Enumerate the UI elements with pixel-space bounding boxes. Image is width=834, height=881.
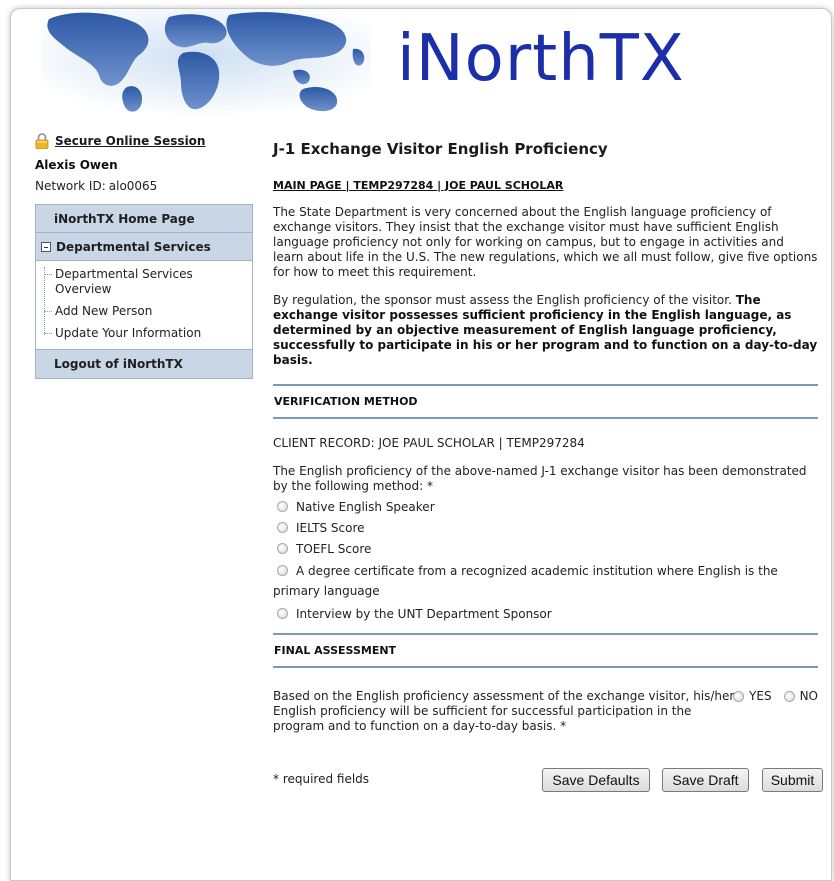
client-record: CLIENT RECORD: JOE PAUL SCHOLAR | TEMP29… (273, 436, 585, 450)
page-title: J-1 Exchange Visitor English Proficiency (273, 140, 608, 158)
method-option-native[interactable]: Native English Speaker (273, 499, 818, 515)
assessment-text: Based on the English proficiency assessm… (273, 689, 735, 733)
method-label-interview: Interview by the UNT Department Sponsor (296, 607, 552, 621)
nav-departmental-submenu: Departmental Services Overview Add New P… (36, 261, 252, 350)
network-id: Network ID: alo0065 (35, 179, 253, 193)
page-frame: iNorthTX Secure Online Session Alexis Ow… (10, 8, 832, 881)
method-option-interview[interactable]: Interview by the UNT Department Sponsor (273, 606, 818, 622)
nav-item-services-overview[interactable]: Departmental Services Overview (44, 267, 252, 297)
sidebar: Secure Online Session Alexis Owen Networ… (35, 132, 253, 379)
user-name: Alexis Owen (35, 158, 118, 172)
regulation-paragraph: By regulation, the sponsor must assess t… (273, 293, 818, 368)
nav-item-add-new-person[interactable]: Add New Person (44, 304, 252, 319)
method-label-ielts: IELTS Score (296, 521, 365, 535)
method-option-toefl[interactable]: TOEFL Score (273, 541, 818, 557)
method-label-native: Native English Speaker (296, 500, 435, 514)
save-draft-button[interactable]: Save Draft (662, 768, 749, 792)
nav-home-page[interactable]: iNorthTX Home Page (36, 205, 252, 233)
yes-label: YES (749, 689, 772, 703)
method-options: Native English Speaker IELTS Score TOEFL… (273, 499, 818, 622)
secure-session-link[interactable]: Secure Online Session (55, 134, 205, 148)
method-radio-native[interactable] (277, 501, 288, 512)
method-radio-degree[interactable] (277, 565, 288, 576)
method-intro: The English proficiency of the above-nam… (273, 464, 807, 493)
yes-radio[interactable] (733, 690, 745, 702)
breadcrumb[interactable]: MAIN PAGE | TEMP297284 | JOE PAUL SCHOLA… (273, 179, 818, 192)
collapse-icon[interactable] (41, 241, 51, 252)
verification-method-heading: VERIFICATION METHOD (273, 384, 818, 419)
method-radio-toefl[interactable] (277, 543, 288, 554)
final-assessment: Based on the English proficiency assessm… (273, 689, 818, 763)
network-id-value: alo0065 (108, 179, 158, 193)
nav-item-update-information[interactable]: Update Your Information (44, 326, 252, 341)
method-option-ielts[interactable]: IELTS Score (273, 520, 818, 536)
assessment-choice: YES NO (733, 689, 818, 703)
network-id-label: Network ID: (35, 179, 106, 193)
sidebar-nav: iNorthTX Home Page Departmental Services… (35, 204, 253, 379)
nav-departmental-services-label: Departmental Services (56, 239, 211, 254)
method-radio-ielts[interactable] (277, 522, 288, 533)
nav-departmental-services[interactable]: Departmental Services (36, 233, 252, 261)
no-label: NO (799, 689, 818, 703)
required-fields-note: * required fields (273, 772, 370, 786)
method-label-toefl: TOEFL Score (296, 542, 372, 556)
secure-session: Secure Online Session (35, 132, 253, 150)
no-radio[interactable] (783, 690, 795, 702)
brand-title: iNorthTX (397, 22, 685, 96)
intro-paragraph: The State Department is very concerned a… (273, 205, 818, 279)
final-assessment-heading: FINAL ASSESSMENT (273, 633, 818, 668)
submit-button[interactable]: Submit (762, 768, 823, 792)
form-actions: * required fields Save Defaults Save Dra… (273, 768, 823, 794)
method-label-degree: A degree certificate from a recognized a… (273, 564, 778, 598)
nav-logout[interactable]: Logout of iNorthTX (36, 350, 252, 378)
method-radio-interview[interactable] (277, 608, 288, 619)
world-map-logo (41, 9, 371, 114)
main-content: J-1 Exchange Visitor English Proficiency… (273, 132, 823, 794)
header: iNorthTX (11, 9, 831, 114)
lock-icon (35, 133, 49, 149)
regulation-lead: By regulation, the sponsor must assess t… (273, 293, 736, 307)
method-option-degree[interactable]: A degree certificate from a recognized a… (273, 561, 818, 601)
save-defaults-button[interactable]: Save Defaults (542, 768, 650, 792)
